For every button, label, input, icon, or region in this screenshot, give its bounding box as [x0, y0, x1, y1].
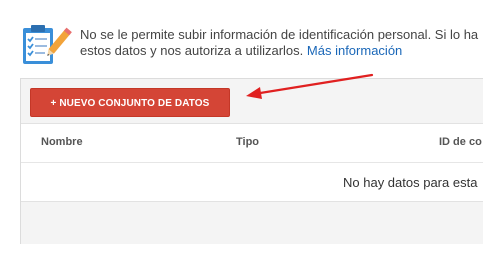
new-data-set-button[interactable]: + NUEVO CONJUNTO DE DATOS	[30, 88, 230, 117]
column-header-id[interactable]: ID de co	[439, 136, 482, 148]
notice-line-1: No se le permite subir información de id…	[80, 27, 479, 42]
clipboard-checklist-icon	[23, 25, 72, 64]
empty-table-row: No hay datos para esta	[21, 163, 483, 201]
pii-notice: No se le permite subir información de id…	[20, 22, 483, 66]
empty-table-message: No hay datos para esta	[343, 175, 478, 190]
table-header: Nombre Tipo ID de co	[21, 124, 483, 163]
column-header-name[interactable]: Nombre	[41, 136, 83, 148]
red-arrow-icon	[246, 73, 374, 99]
notice-line-2-text: estos datos y nos autoriza a utilizarlos…	[80, 43, 304, 58]
notice-line-2: estos datos y nos autoriza a utilizarlos…	[80, 43, 483, 59]
column-header-type[interactable]: Tipo	[236, 136, 259, 148]
data-sets-panel: + NUEVO CONJUNTO DE DATOS Nombre Tipo ID…	[20, 78, 483, 244]
notice-text: No se le permite subir información de id…	[80, 27, 483, 59]
table-footer	[21, 201, 483, 244]
more-info-link[interactable]: Más información	[307, 43, 402, 58]
